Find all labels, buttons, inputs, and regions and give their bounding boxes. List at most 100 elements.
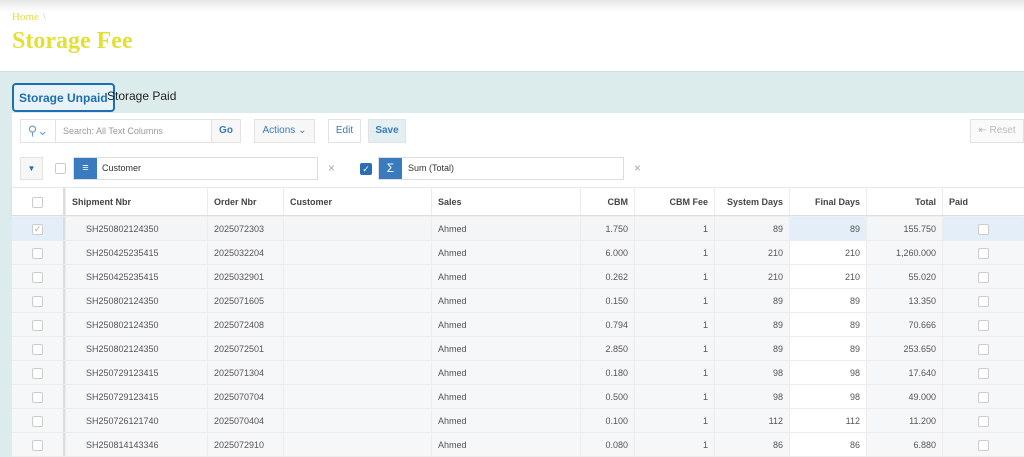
- select-all-checkbox[interactable]: [12, 188, 65, 215]
- cell-system-days: 89: [714, 337, 789, 360]
- control-break-filter[interactable]: ≡ Customer: [73, 157, 318, 180]
- cell-sales: Ahmed: [431, 361, 580, 384]
- reset-button[interactable]: ⇤ Reset: [970, 119, 1024, 143]
- search-input[interactable]: Search: All Text Columns: [63, 120, 163, 142]
- cell-final-days[interactable]: 89: [789, 289, 866, 312]
- row-select-checkbox[interactable]: [12, 241, 65, 264]
- cell-cbm: 0.794: [580, 313, 634, 336]
- cell-final-days[interactable]: 98: [789, 361, 866, 384]
- col-sales[interactable]: Sales: [431, 188, 580, 215]
- breadcrumb-separator: \: [42, 11, 46, 23]
- cell-shipment-nbr: SH250802124350: [65, 313, 207, 336]
- aggregate-checkbox[interactable]: ✓: [360, 163, 372, 175]
- table-row[interactable]: SH250802124350 2025072408 Ahmed 0.794 1 89 89 7…: [12, 313, 1024, 337]
- cell-total: 70.666: [866, 313, 942, 336]
- row-select-checkbox[interactable]: [12, 433, 65, 456]
- table-row[interactable]: SH250802124350 2025072501 Ahmed 2.850 1 89 89 2…: [12, 337, 1024, 361]
- table-row[interactable]: ✓ SH250802124350 2025072303 Ahmed 1.750 1 89 89…: [12, 217, 1024, 241]
- cell-system-days: 89: [714, 217, 789, 240]
- col-shipment-nbr[interactable]: Shipment Nbr: [65, 188, 207, 215]
- cell-cbm: 0.100: [580, 409, 634, 432]
- cell-system-days: 210: [714, 265, 789, 288]
- cell-system-days: 98: [714, 361, 789, 384]
- actions-button[interactable]: Actions ⌄: [254, 119, 315, 143]
- cell-final-days[interactable]: 112: [789, 409, 866, 432]
- cell-customer: [283, 385, 431, 408]
- table-row[interactable]: SH250425235415 2025032204 Ahmed 6.000 1 210 21…: [12, 241, 1024, 265]
- cell-final-days[interactable]: 210: [789, 265, 866, 288]
- tab-storage-unpaid[interactable]: Storage Unpaid: [12, 83, 115, 112]
- search-icon[interactable]: ⚲⌄: [21, 120, 56, 142]
- edit-button[interactable]: Edit: [328, 119, 361, 143]
- cell-final-days[interactable]: 89: [789, 217, 866, 240]
- remove-aggregate-icon[interactable]: ×: [634, 157, 641, 180]
- row-select-checkbox[interactable]: [12, 409, 65, 432]
- cell-final-days[interactable]: 89: [789, 313, 866, 336]
- row-select-checkbox[interactable]: [12, 361, 65, 384]
- row-select-checkbox[interactable]: [12, 337, 65, 360]
- col-total[interactable]: Total: [866, 188, 942, 215]
- cell-sales: Ahmed: [431, 289, 580, 312]
- interactive-grid: ⚲⌄ Search: All Text Columns Go Actions ⌄…: [12, 113, 1024, 457]
- col-cbm[interactable]: CBM: [580, 188, 634, 215]
- cell-order-nbr: 2025072303: [207, 217, 283, 240]
- paid-checkbox[interactable]: [942, 433, 1024, 456]
- breadcrumb-home[interactable]: Home: [12, 11, 39, 23]
- cell-shipment-nbr: SH250802124350: [65, 337, 207, 360]
- row-select-checkbox[interactable]: [12, 385, 65, 408]
- cell-final-days[interactable]: 86: [789, 433, 866, 456]
- table-row[interactable]: SH250425235415 2025032901 Ahmed 0.262 1 210 21…: [12, 265, 1024, 289]
- paid-checkbox[interactable]: [942, 289, 1024, 312]
- paid-checkbox[interactable]: [942, 217, 1024, 240]
- cell-total: 49.000: [866, 385, 942, 408]
- col-order-nbr[interactable]: Order Nbr: [207, 188, 283, 215]
- save-button[interactable]: Save: [368, 119, 406, 143]
- table-row[interactable]: SH250814143346 2025072910 Ahmed 0.080 1 86 86 6…: [12, 433, 1024, 457]
- cell-shipment-nbr: SH250802124350: [65, 289, 207, 312]
- cell-order-nbr: 2025072408: [207, 313, 283, 336]
- table-row[interactable]: SH250726121740 2025070404 Ahmed 0.100 1 112 11…: [12, 409, 1024, 433]
- top-shadow: [0, 0, 1024, 12]
- cell-final-days[interactable]: 89: [789, 337, 866, 360]
- tab-storage-paid[interactable]: Storage Paid: [102, 83, 181, 112]
- cell-order-nbr: 2025071605: [207, 289, 283, 312]
- cell-shipment-nbr: SH250729123415: [65, 361, 207, 384]
- cell-cbm: 0.500: [580, 385, 634, 408]
- collapse-filters-toggle[interactable]: ▼: [20, 157, 43, 180]
- paid-checkbox[interactable]: [942, 409, 1024, 432]
- table-row[interactable]: SH250802124350 2025071605 Ahmed 0.150 1 89 89 1…: [12, 289, 1024, 313]
- col-customer[interactable]: Customer: [283, 188, 431, 215]
- aggregate-filter[interactable]: Σ Sum (Total): [378, 157, 624, 180]
- page-title: Storage Fee: [12, 28, 133, 54]
- cell-cbm-fee: 1: [634, 241, 714, 264]
- aggregate-label: Sum (Total): [408, 163, 455, 173]
- table-row[interactable]: SH250729123415 2025070704 Ahmed 0.500 1 98 98 4…: [12, 385, 1024, 409]
- cell-total: 17.640: [866, 361, 942, 384]
- sum-icon: Σ: [379, 158, 402, 179]
- cell-final-days[interactable]: 210: [789, 241, 866, 264]
- row-select-checkbox[interactable]: [12, 289, 65, 312]
- paid-checkbox[interactable]: [942, 265, 1024, 288]
- col-system-days[interactable]: System Days: [714, 188, 789, 215]
- cell-final-days[interactable]: 98: [789, 385, 866, 408]
- cell-customer: [283, 409, 431, 432]
- cell-system-days: 89: [714, 289, 789, 312]
- col-cbm-fee[interactable]: CBM Fee: [634, 188, 714, 215]
- row-select-checkbox[interactable]: [12, 265, 65, 288]
- col-final-days[interactable]: Final Days: [789, 188, 866, 215]
- remove-control-break-icon[interactable]: ×: [328, 157, 335, 180]
- col-paid[interactable]: Paid: [942, 188, 1024, 215]
- paid-checkbox[interactable]: [942, 337, 1024, 360]
- control-break-checkbox[interactable]: [55, 163, 66, 174]
- row-select-checkbox[interactable]: [12, 313, 65, 336]
- paid-checkbox[interactable]: [942, 313, 1024, 336]
- table-row[interactable]: SH250729123415 2025071304 Ahmed 0.180 1 98 98 1…: [12, 361, 1024, 385]
- paid-checkbox[interactable]: [942, 361, 1024, 384]
- go-button[interactable]: Go: [211, 120, 240, 142]
- cell-total: 11.200: [866, 409, 942, 432]
- cell-cbm: 0.150: [580, 289, 634, 312]
- paid-checkbox[interactable]: [942, 385, 1024, 408]
- paid-checkbox[interactable]: [942, 241, 1024, 264]
- row-select-checkbox[interactable]: ✓: [12, 217, 65, 240]
- cell-shipment-nbr: SH250814143346: [65, 433, 207, 456]
